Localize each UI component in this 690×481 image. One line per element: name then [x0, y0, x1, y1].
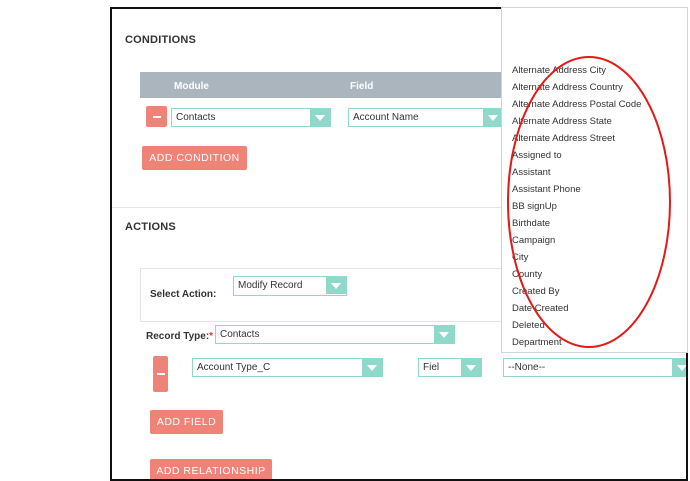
section-divider — [112, 207, 512, 208]
field-dropdown-option[interactable]: Assistant Phone — [512, 183, 641, 200]
chevron-down-icon[interactable] — [310, 109, 330, 126]
select-action-panel: Select Action: Modify Record — [140, 268, 510, 322]
record-type-label-text: Record Type: — [146, 331, 210, 342]
record-type-select[interactable]: Contacts — [215, 325, 455, 344]
record-type-value: Contacts — [220, 329, 260, 340]
select-action-dropdown[interactable]: Modify Record — [233, 276, 347, 296]
field-dropdown-option[interactable]: Alternate Address Postal Code — [512, 98, 641, 115]
conditions-table-header: Module Field — [140, 72, 502, 98]
chevron-down-icon[interactable] — [326, 277, 346, 294]
condition-module-value: Contacts — [176, 112, 216, 123]
action-field-type-select[interactable]: Fiel — [418, 358, 482, 377]
action-field-value: Account Type_C — [197, 362, 271, 373]
field-dropdown-option[interactable]: Date Created — [512, 302, 641, 319]
field-dropdown-option[interactable]: Department — [512, 336, 641, 353]
action-field-value-value: --None-- — [508, 362, 546, 373]
field-dropdown-list[interactable]: Alternate Address City Alternate Address … — [501, 7, 688, 353]
select-action-value: Modify Record — [238, 280, 303, 291]
add-condition-button[interactable]: ADD CONDITION — [142, 146, 247, 170]
field-column-header: Field — [350, 81, 374, 92]
field-dropdown-option[interactable]: Birthdate — [512, 217, 641, 234]
action-field-type-value: Fiel — [423, 362, 440, 373]
field-dropdown-option[interactable]: Alternate Address State — [512, 115, 641, 132]
record-type-label: Record Type:* — [146, 331, 213, 342]
condition-field-select[interactable]: Account Name — [348, 108, 504, 127]
field-dropdown-option[interactable]: County — [512, 268, 641, 285]
chevron-down-icon[interactable] — [672, 359, 686, 376]
conditions-title: CONDITIONS — [125, 34, 197, 46]
field-dropdown-option[interactable]: Alternate Address Street — [512, 132, 641, 149]
chevron-down-icon[interactable] — [362, 359, 382, 376]
field-dropdown-option[interactable]: Deleted — [512, 319, 641, 336]
field-dropdown-options: Alternate Address City Alternate Address … — [512, 64, 641, 353]
field-dropdown-option[interactable]: Assistant — [512, 166, 641, 183]
select-action-label: Select Action: — [150, 289, 217, 300]
action-field-value-select[interactable]: --None-- — [503, 358, 686, 377]
field-dropdown-option[interactable]: BB signUp — [512, 200, 641, 217]
field-dropdown-option[interactable]: Campaign — [512, 234, 641, 251]
add-field-button[interactable]: ADD FIELD — [150, 410, 223, 434]
field-dropdown-option[interactable]: Created By — [512, 285, 641, 302]
required-marker: * — [209, 331, 214, 342]
remove-field-button[interactable] — [153, 356, 168, 392]
remove-condition-button[interactable] — [146, 106, 167, 127]
module-column-header: Module — [174, 81, 209, 92]
chevron-down-icon[interactable] — [461, 359, 481, 376]
add-relationship-button[interactable]: ADD RELATIONSHIP — [150, 459, 272, 479]
chevron-down-icon[interactable] — [483, 109, 503, 126]
condition-module-select[interactable]: Contacts — [171, 108, 331, 127]
chevron-down-icon[interactable] — [434, 326, 454, 343]
actions-title: ACTIONS — [125, 221, 176, 233]
condition-field-value: Account Name — [353, 112, 419, 123]
field-dropdown-option[interactable]: City — [512, 251, 641, 268]
field-dropdown-option[interactable]: Alternate Address City — [512, 64, 641, 81]
field-dropdown-option[interactable]: Alternate Address Country — [512, 81, 641, 98]
action-field-select[interactable]: Account Type_C — [192, 358, 383, 377]
field-dropdown-option[interactable]: Assigned to — [512, 149, 641, 166]
